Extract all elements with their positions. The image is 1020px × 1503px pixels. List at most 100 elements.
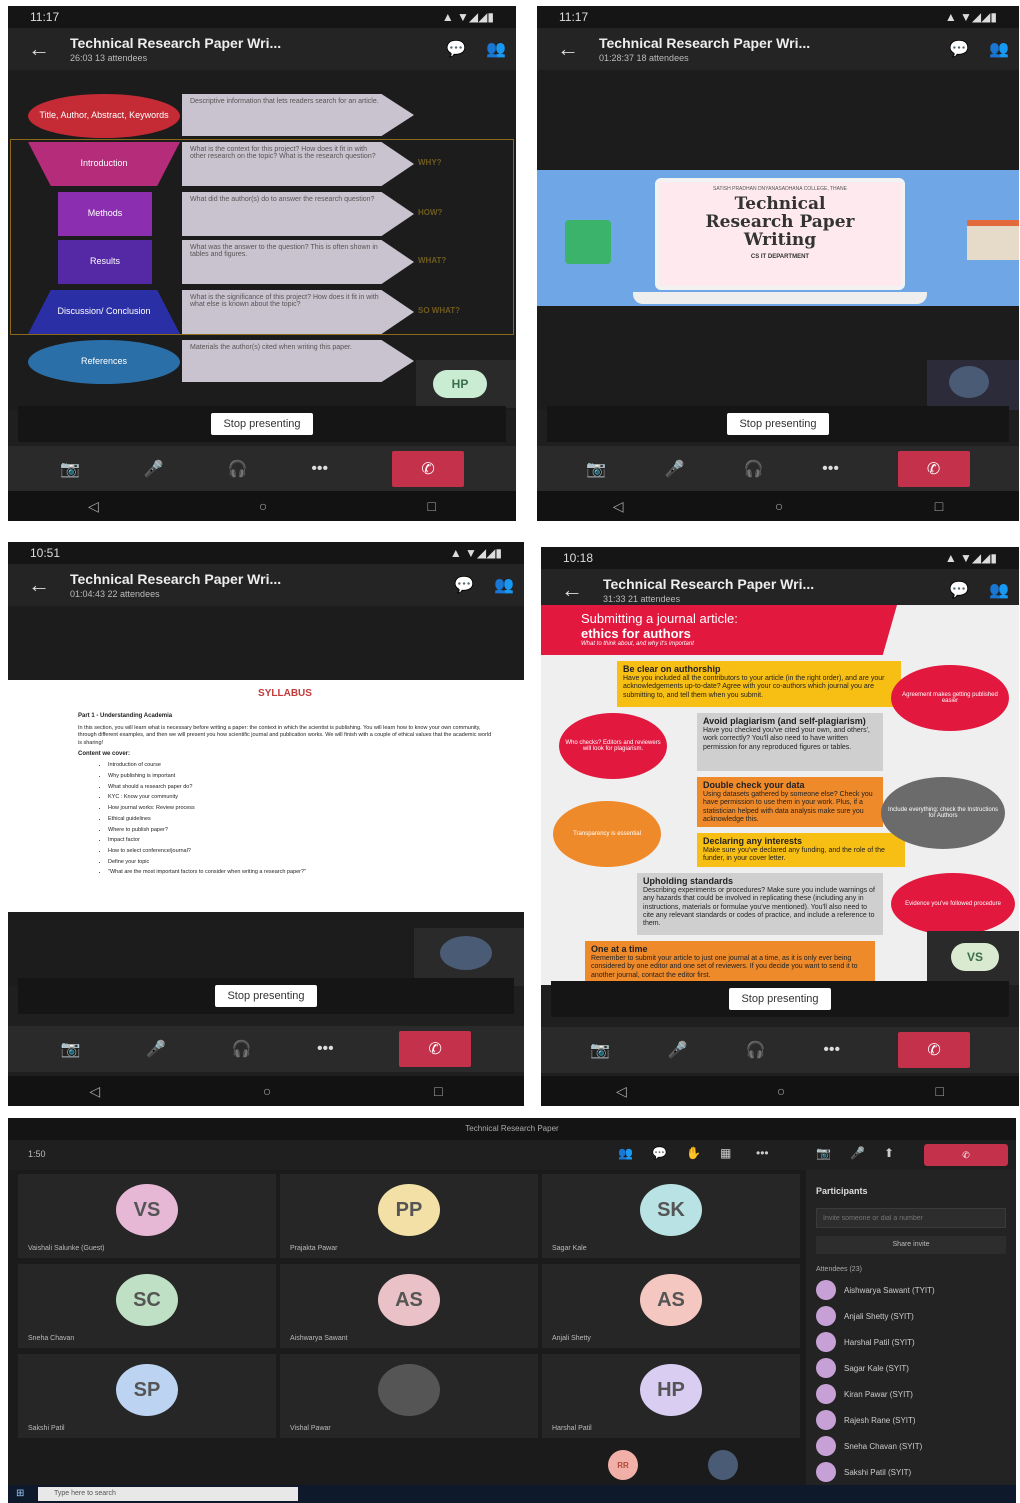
camera-off-icon[interactable]: 📷 (61, 1039, 81, 1059)
back-arrow-icon[interactable]: ← (8, 36, 70, 62)
participants-icon[interactable]: 👥 (484, 575, 524, 595)
participant-row[interactable]: Anjali Shetty (SYIT) (806, 1303, 1016, 1329)
nav-recents-icon[interactable]: □ (434, 1083, 442, 1099)
syllabus-item: Define your topic (108, 857, 492, 868)
people-icon[interactable]: 👥 (618, 1146, 633, 1160)
camera-off-icon[interactable]: 📷 (590, 1040, 610, 1060)
more-icon[interactable]: ••• (822, 460, 839, 478)
speaker-icon[interactable]: 🎧 (744, 459, 764, 479)
view-icon[interactable]: ▦ (720, 1146, 731, 1160)
participants-panel: Participants Share invite Attendees (23)… (806, 1170, 1016, 1495)
camera-icon[interactable]: 📷 (816, 1146, 831, 1160)
nav-recents-icon[interactable]: □ (427, 498, 435, 514)
mic-icon[interactable]: 🎤 (665, 459, 685, 479)
video-tile[interactable]: Vishal Pawar (280, 1354, 538, 1438)
camera-off-icon[interactable]: 📷 (586, 459, 606, 479)
chat-icon[interactable]: 💬 (652, 1146, 667, 1160)
leave-button[interactable]: ✆ (924, 1144, 1008, 1166)
phone-screen-2: 11:17 ▲ ▼◢◢▮ ← Technical Research Paper … (537, 6, 1019, 521)
chat-icon[interactable]: 💬 (444, 575, 484, 595)
participant-name: Harshal Patil (552, 1425, 592, 1432)
mic-icon[interactable]: 🎤 (144, 459, 164, 479)
mic-icon[interactable]: 🎤 (146, 1039, 166, 1059)
chat-icon[interactable]: 💬 (939, 39, 979, 59)
nav-recents-icon[interactable]: □ (935, 1083, 943, 1099)
stop-presenting-button[interactable]: Stop presenting (211, 413, 313, 435)
speaker-icon[interactable]: 🎧 (746, 1040, 766, 1060)
participant-row-name: Sagar Kale (SYIT) (844, 1363, 909, 1373)
stop-presenting-button[interactable]: Stop presenting (215, 985, 317, 1007)
video-tile[interactable]: HP Harshal Patil (542, 1354, 800, 1438)
participants-icon[interactable]: 👥 (476, 39, 516, 59)
hang-up-button[interactable]: ✆ (399, 1031, 472, 1067)
meeting-title: Technical Research Paper Wri... (599, 35, 811, 51)
video-tile[interactable]: AS Anjali Shetty (542, 1264, 800, 1348)
speaker-icon[interactable]: 🎧 (232, 1039, 252, 1059)
back-arrow-icon[interactable]: ← (537, 36, 599, 62)
participants-icon[interactable]: 👥 (979, 39, 1019, 59)
participant-row[interactable]: Aishwarya Sawant (TYIT) (806, 1277, 1016, 1303)
phone-screen-3: 10:51 ▲ ▼◢◢▮ ← Technical Research Paper … (8, 542, 524, 1106)
video-tile[interactable]: VS Vaishali Salunke (Guest) (18, 1174, 276, 1258)
stop-presenting-button[interactable]: Stop presenting (727, 413, 829, 435)
meeting-title: Technical Research Paper Wri... (603, 576, 815, 592)
nav-home-icon[interactable]: ○ (263, 1083, 271, 1099)
status-time: 11:17 (559, 10, 589, 24)
back-arrow-icon[interactable]: ← (541, 577, 603, 603)
participant-row[interactable]: Harshal Patil (SYIT) (806, 1329, 1016, 1355)
share-icon[interactable]: ⬆ (884, 1146, 894, 1160)
android-nav: ◁ ○ □ (8, 1076, 524, 1106)
speaker-icon[interactable]: 🎧 (228, 459, 248, 479)
laptop-screen: SATISH PRADHAN DNYANASADHANA COLLEGE, TH… (655, 178, 905, 290)
participant-avatar: AS (378, 1274, 440, 1326)
mic-icon[interactable]: 🎤 (850, 1146, 865, 1160)
video-tile[interactable]: PP Prajakta Pawar (280, 1174, 538, 1258)
share-invite-button[interactable]: Share invite (816, 1236, 1006, 1254)
meeting-subtitle: 01:04:43 22 attendees (70, 589, 160, 599)
nav-home-icon[interactable]: ○ (259, 498, 267, 514)
more-icon[interactable]: ••• (823, 1041, 840, 1059)
participant-row[interactable]: Kiran Pawar (SYIT) (806, 1381, 1016, 1407)
intro-paragraph: In this section, you will learn what is … (78, 725, 492, 746)
more-icon[interactable]: ••• (311, 460, 328, 478)
more-icon[interactable]: ••• (756, 1146, 769, 1160)
participant-row[interactable]: Sneha Chavan (SYIT) (806, 1433, 1016, 1459)
camera-off-icon[interactable]: 📷 (60, 459, 80, 479)
android-nav: ◁ ○ □ (541, 1076, 1019, 1106)
nav-back-icon[interactable]: ◁ (613, 498, 624, 515)
participant-search-input[interactable] (816, 1208, 1006, 1228)
nav-recents-icon[interactable]: □ (935, 498, 943, 514)
participant-row[interactable]: Sakshi Patil (SYIT) (806, 1459, 1016, 1485)
video-tile[interactable]: AS Aishwarya Sawant (280, 1264, 538, 1348)
more-icon[interactable]: ••• (317, 1040, 334, 1058)
hang-up-button[interactable]: ✆ (897, 451, 970, 487)
windows-start-icon[interactable]: ⊞ (16, 1488, 24, 1499)
card-head: Be clear on authorship (623, 664, 721, 674)
nav-home-icon[interactable]: ○ (777, 1083, 785, 1099)
video-tile[interactable]: SP Sakshi Patil (18, 1354, 276, 1438)
nav-back-icon[interactable]: ◁ (88, 498, 99, 515)
chat-icon[interactable]: 💬 (436, 39, 476, 59)
books-icon (967, 220, 1019, 260)
hang-up-button[interactable]: ✆ (392, 451, 465, 487)
nav-back-icon[interactable]: ◁ (89, 1083, 100, 1100)
participants-icon[interactable]: 👥 (979, 580, 1019, 600)
participant-row[interactable]: Rajesh Rane (SYIT) (806, 1407, 1016, 1433)
reactions-icon[interactable]: ✋ (686, 1146, 701, 1160)
chat-icon[interactable]: 💬 (939, 580, 979, 600)
nav-home-icon[interactable]: ○ (775, 498, 783, 514)
mic-icon[interactable]: 🎤 (668, 1040, 688, 1060)
stop-presenting-button[interactable]: Stop presenting (729, 988, 831, 1010)
card-interests: Declaring any interests Make sure you've … (697, 833, 905, 867)
nav-back-icon[interactable]: ◁ (616, 1083, 627, 1100)
back-arrow-icon[interactable]: ← (8, 572, 70, 598)
video-tile[interactable]: SK Sagar Kale (542, 1174, 800, 1258)
hang-up-button[interactable]: ✆ (898, 1032, 971, 1068)
participant-row-name: Sakshi Patil (SYIT) (844, 1467, 912, 1477)
participant-row[interactable]: Sagar Kale (SYIT) (806, 1355, 1016, 1381)
taskbar-search-input[interactable]: Type here to search (38, 1487, 298, 1501)
video-tile[interactable]: SC Sneha Chavan (18, 1264, 276, 1348)
card-body: Make sure you've declared any funding, a… (703, 846, 885, 863)
card-standards: Upholding standards Describing experiment… (637, 873, 883, 935)
shared-slide: Title, Author, Abstract, Keywords Descri… (8, 70, 516, 410)
